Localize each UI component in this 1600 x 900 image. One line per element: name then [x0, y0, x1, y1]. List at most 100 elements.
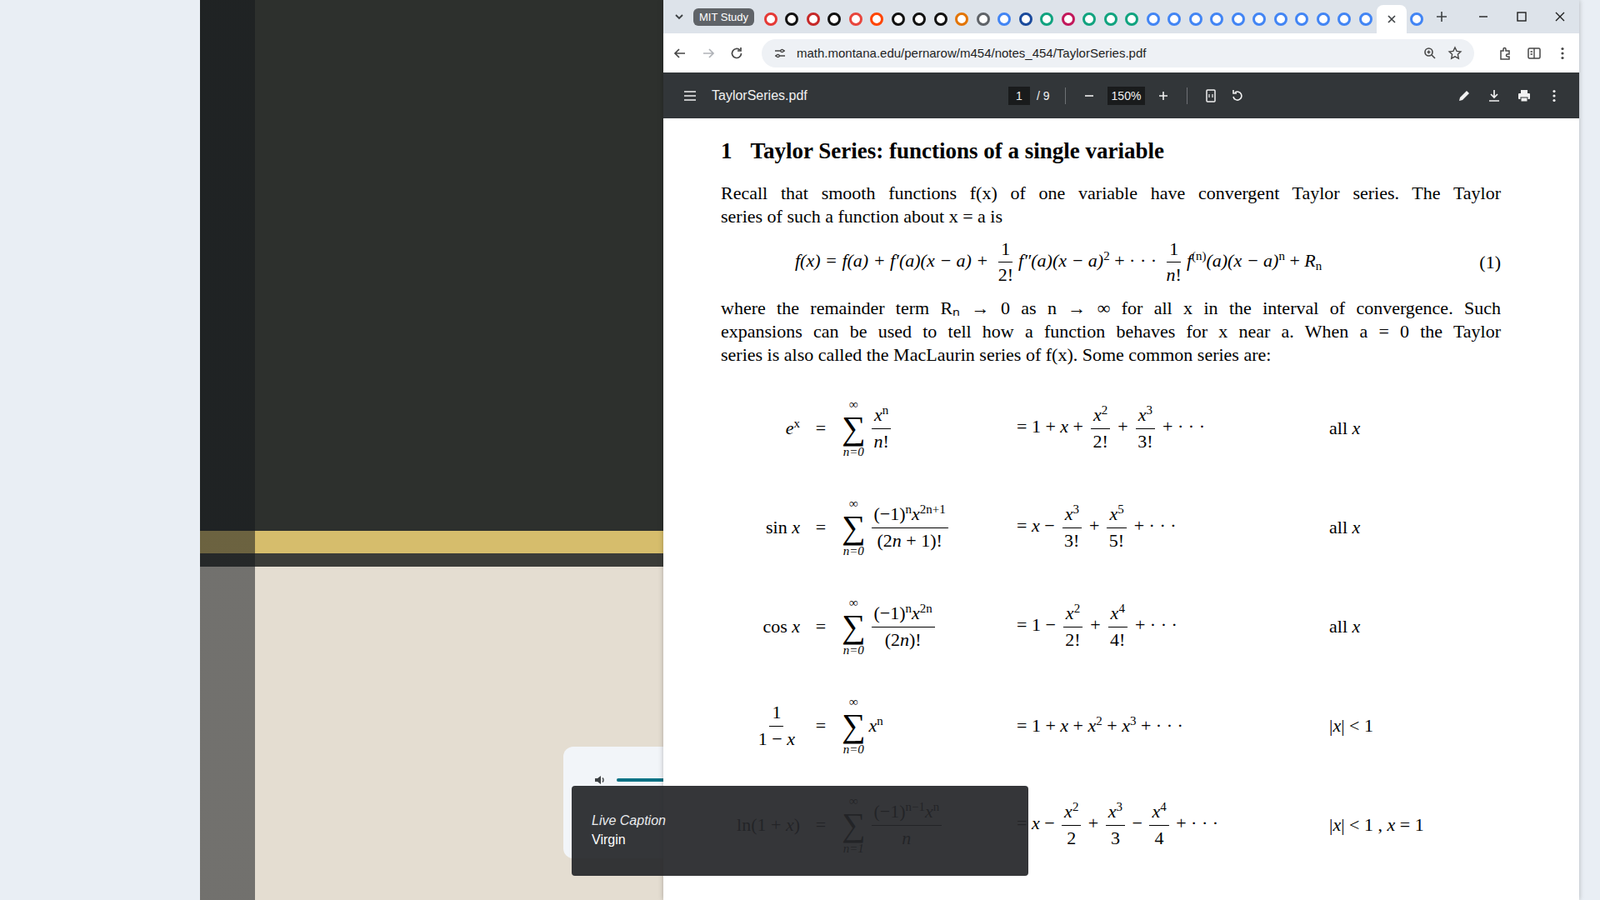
favicon-icon	[1019, 12, 1033, 26]
browser-tab[interactable]	[845, 5, 867, 34]
zoom-icon[interactable]	[1422, 45, 1438, 61]
browser-tab[interactable]	[1015, 5, 1037, 34]
math-text: 3!	[1137, 430, 1153, 452]
math-variable: f(x) = f(a) + f′(a)(x − a) +	[795, 250, 994, 271]
fit-page-icon[interactable]	[1202, 87, 1220, 105]
browser-tab[interactable]	[1206, 5, 1229, 34]
url-text[interactable]: math.montana.edu/pernarow/m454/notes_454…	[796, 45, 1413, 60]
close-window-icon[interactable]	[1540, 0, 1580, 34]
browser-tab[interactable]	[1249, 5, 1271, 34]
math-superscript: 2	[1095, 714, 1102, 728]
math-variable: x	[1060, 415, 1069, 437]
favicon-icon	[849, 12, 863, 26]
reading-mode-icon[interactable]	[1525, 45, 1543, 62]
series-sum: ∞∑n=0xn	[841, 695, 1017, 757]
browser-tab[interactable]	[1185, 5, 1207, 34]
math-variable: x	[1060, 715, 1069, 736]
new-tab-plus-icon[interactable]	[1434, 9, 1450, 25]
browser-tab[interactable]	[1291, 5, 1314, 34]
favicon-icon	[1125, 12, 1139, 26]
sidebar-menu-icon[interactable]	[681, 87, 699, 105]
extensions-icon[interactable]	[1497, 45, 1515, 62]
download-icon[interactable]	[1485, 87, 1503, 105]
math-fraction: 1n!	[1164, 238, 1185, 287]
math-text: |	[1329, 814, 1333, 835]
browser-tab[interactable]	[1036, 5, 1059, 34]
browser-tab[interactable]	[972, 5, 995, 34]
math-variable: x	[1386, 814, 1395, 835]
math-variable: x	[1031, 812, 1040, 834]
bookmark-star-icon[interactable]	[1447, 45, 1463, 61]
browser-tab[interactable]	[1406, 5, 1429, 34]
math-variable: x	[911, 602, 920, 624]
browser-tab[interactable]	[760, 5, 782, 34]
favicon-icon	[1274, 12, 1288, 26]
math-fraction: x55!	[1106, 503, 1127, 552]
browser-tab[interactable]	[1142, 5, 1165, 34]
browser-tab[interactable]	[994, 5, 1016, 34]
math-fraction: 12!	[995, 238, 1016, 287]
browser-tab[interactable]	[824, 5, 846, 34]
reload-icon[interactable]	[728, 45, 745, 62]
browser-tab[interactable]	[1121, 5, 1144, 34]
browser-tab[interactable]	[1376, 5, 1407, 34]
math-text: 2!	[998, 264, 1014, 285]
favicon-icon	[870, 12, 884, 26]
address-bar[interactable]: math.montana.edu/pernarow/m454/notes_454…	[761, 39, 1475, 68]
tab-search-chevron-icon[interactable]	[671, 9, 687, 25]
browser-tab[interactable]	[1334, 5, 1356, 34]
sum-sign: ∑	[841, 510, 866, 545]
back-arrow-icon[interactable]	[671, 45, 689, 62]
close-tab-icon[interactable]	[1385, 13, 1398, 25]
fraction-denominator: (2n)!	[882, 627, 925, 651]
browser-menu-icon[interactable]	[1554, 45, 1571, 62]
browser-tab[interactable]	[1164, 5, 1186, 34]
maximize-icon[interactable]	[1502, 0, 1541, 34]
tab-group-chip[interactable]: MIT Study	[693, 8, 755, 26]
math-text: all	[1329, 516, 1353, 538]
math-variable: e	[785, 417, 795, 439]
browser-tab[interactable]	[1227, 5, 1250, 34]
math-superscript: 2n+1	[920, 502, 946, 516]
fraction-denominator: n!	[871, 429, 892, 453]
forward-arrow-icon[interactable]	[700, 45, 717, 62]
minimize-icon[interactable]	[1464, 0, 1503, 34]
browser-tab[interactable]	[866, 5, 889, 34]
speaker-icon[interactable]	[593, 773, 607, 787]
favicon-icon	[1189, 12, 1203, 26]
browser-tab[interactable]	[1079, 5, 1101, 34]
math-superscript: 2	[1074, 601, 1080, 615]
math-variable: x	[1121, 715, 1130, 736]
page-number-field[interactable]: 1	[1008, 86, 1030, 105]
print-icon[interactable]	[1515, 87, 1533, 105]
annotate-pencil-icon[interactable]	[1455, 87, 1473, 105]
browser-tab[interactable]	[887, 5, 910, 34]
pdf-more-icon[interactable]	[1545, 87, 1563, 105]
browser-tab[interactable]	[951, 5, 974, 34]
browser-tab[interactable]	[1312, 5, 1335, 34]
favicon-icon	[997, 12, 1011, 26]
browser-tab[interactable]	[1057, 5, 1080, 34]
zoom-out-icon[interactable]	[1080, 87, 1098, 105]
paragraph-line: Recall that smooth functions f(x) of one…	[720, 181, 1501, 205]
browser-tab[interactable]	[909, 5, 931, 34]
series-row: ex=∞∑n=0xnn!= 1 + x + x22! + x33! + · · …	[720, 379, 1501, 479]
browser-tab[interactable]	[1100, 5, 1122, 34]
browser-tab[interactable]	[1355, 5, 1377, 34]
browser-tab[interactable]	[930, 5, 952, 34]
browser-tab[interactable]	[1270, 5, 1292, 34]
site-settings-icon[interactable]	[773, 46, 787, 60]
math-fraction: x44	[1149, 800, 1169, 850]
window-controls	[1464, 0, 1580, 34]
series-expansion: = 1 + x + x22! + x33! + · · ·	[1016, 404, 1330, 453]
rotate-icon[interactable]	[1229, 87, 1246, 105]
convergence-domain: all x	[1329, 417, 1501, 440]
live-caption-box[interactable]: Live CaptionVirgin	[571, 785, 1029, 876]
browser-tab[interactable]	[781, 5, 804, 34]
zoom-field[interactable]: 150%	[1107, 86, 1146, 105]
series-term: (−1)nx2n+1(2n + 1)!	[869, 503, 951, 552]
browser-tab[interactable]	[802, 5, 825, 34]
series-expansion: = x − x22 + x33 − x44 + · · ·	[1016, 800, 1330, 850]
math-text: 2	[1066, 827, 1076, 849]
zoom-in-icon[interactable]	[1155, 87, 1172, 105]
